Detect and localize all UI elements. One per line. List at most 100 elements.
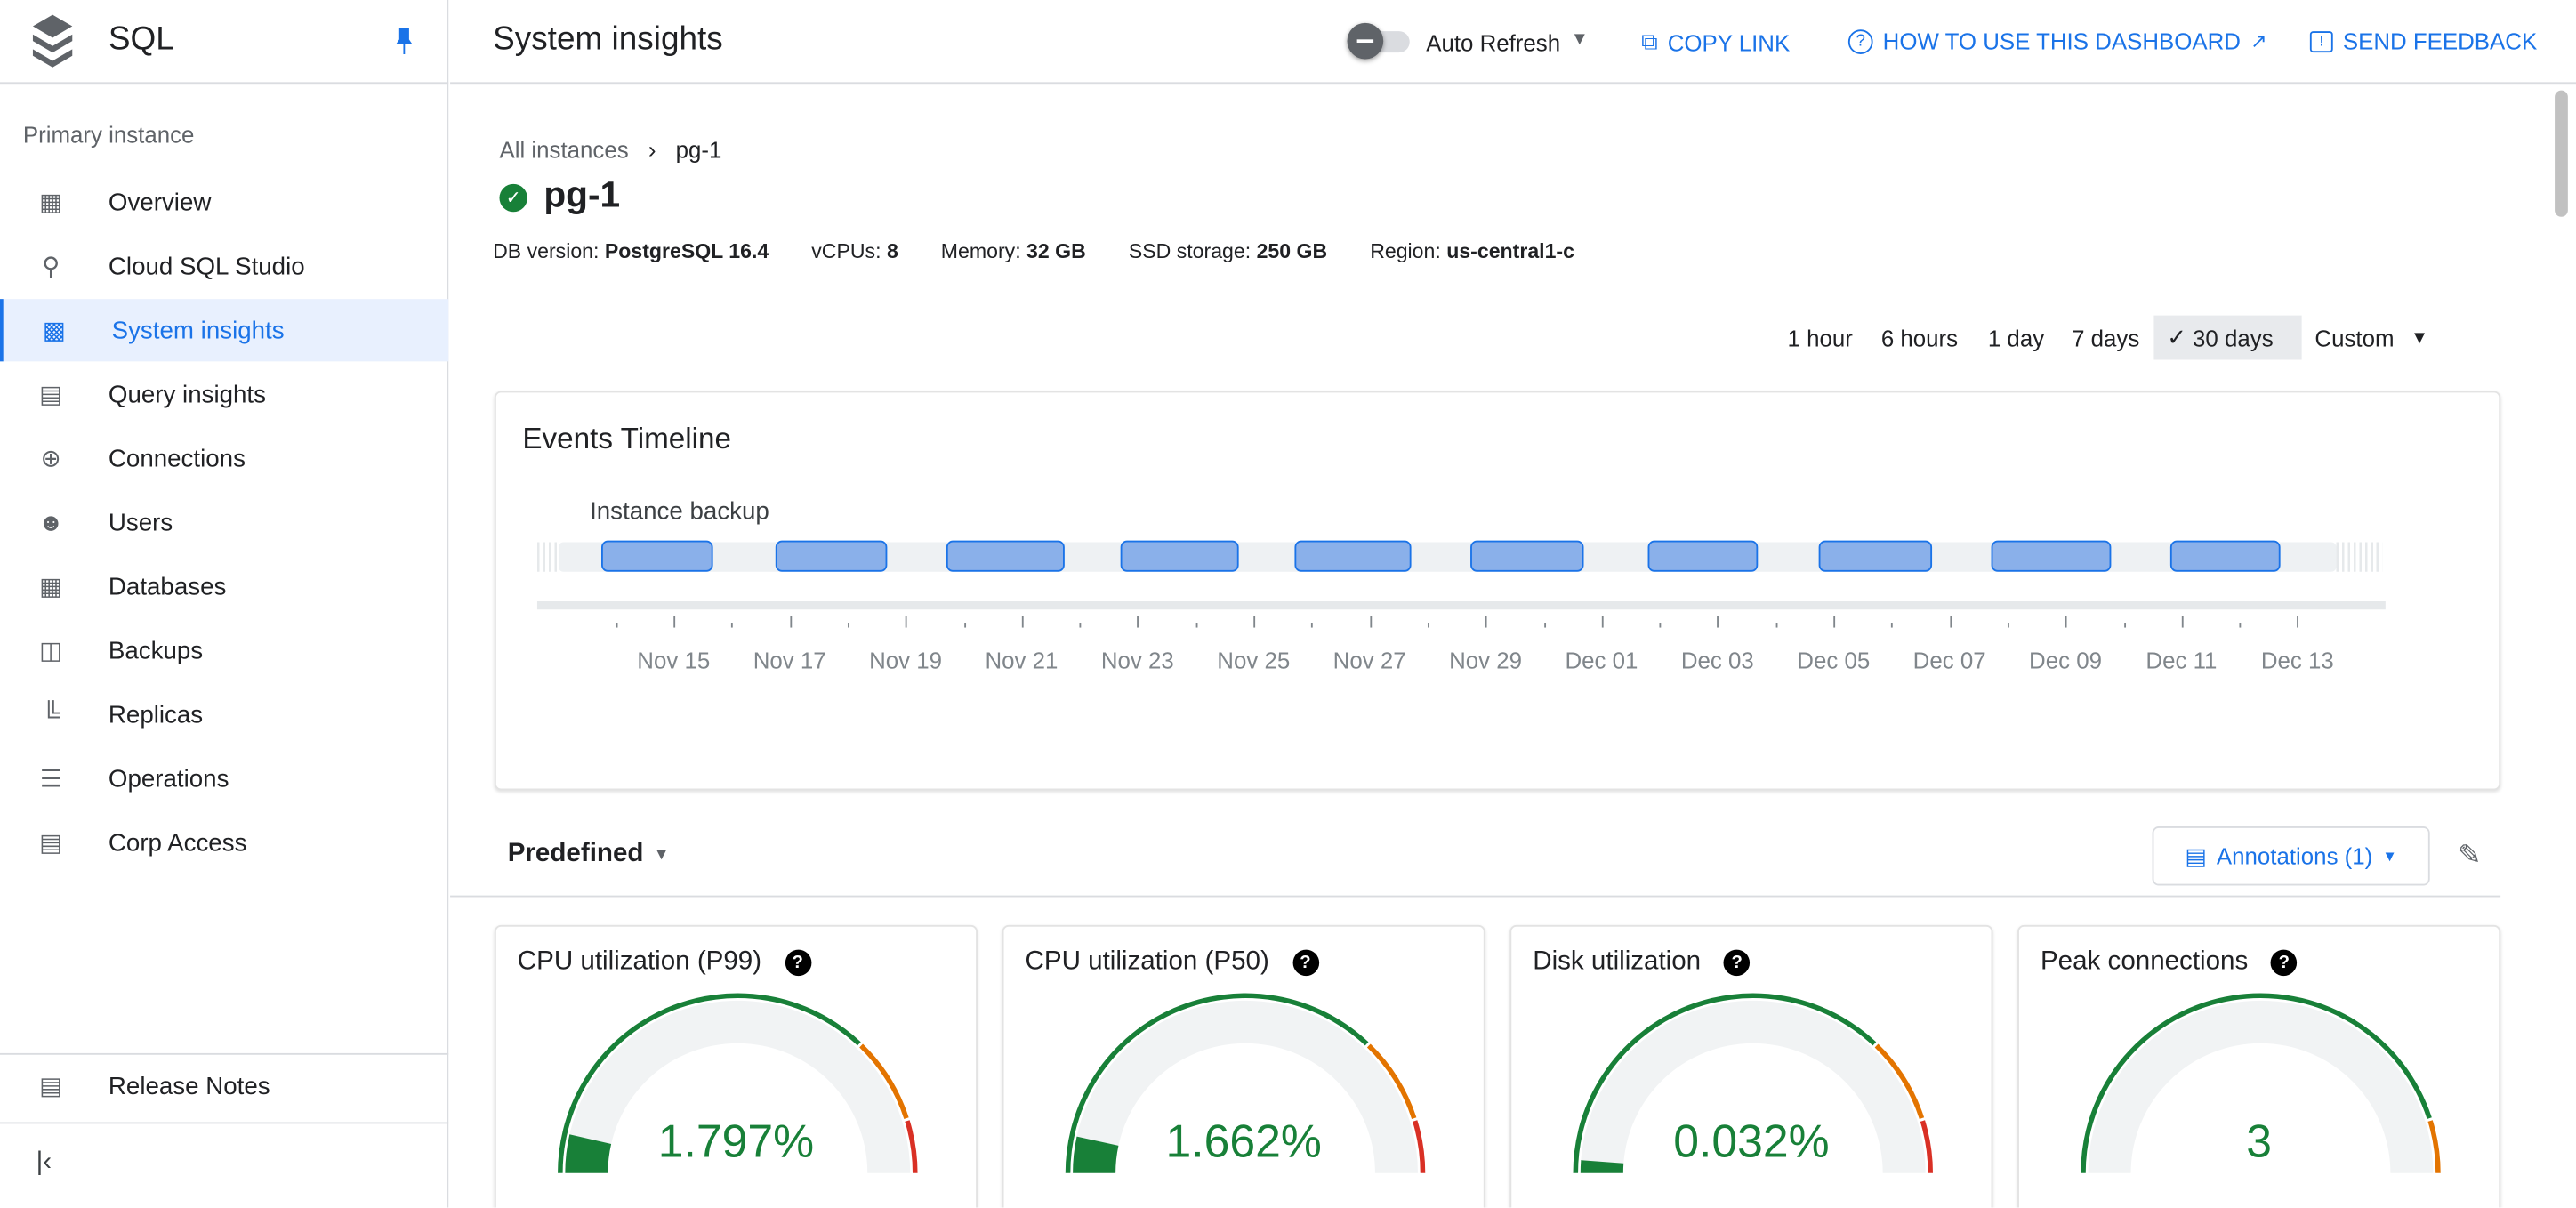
spec-label: DB version: [493, 239, 600, 263]
tick-label: Nov 27 [1332, 647, 1406, 674]
range-6-hours[interactable]: 6 hours [1868, 316, 1971, 360]
annotation-icon: ▤ [2185, 842, 2207, 869]
spec-label: vCPUs: [811, 239, 881, 263]
page-title: System insights [493, 21, 723, 58]
timeline-track-fade [2336, 542, 2383, 572]
sidebar-item-release-notes[interactable]: ▤ Release Notes [0, 1055, 448, 1117]
edit-pencil-icon[interactable]: ✎ [2458, 840, 2481, 873]
sidebar-item-label: System insights [111, 316, 285, 344]
search-icon: ⚲ [42, 253, 60, 281]
range-1-hour[interactable]: 1 hour [1775, 316, 1866, 360]
gauge-value: 3 [2246, 1115, 2272, 1167]
how-to-use-link[interactable]: ? HOW TO USE THIS DASHBOARD ↗ [1847, 28, 2267, 54]
gauge-card: Peak connections? 3 [2017, 924, 2501, 1208]
backup-event[interactable] [1991, 540, 2112, 572]
sidebar-item-operations[interactable]: ☰ Operations [0, 747, 448, 809]
major-tick [1833, 616, 1836, 628]
sidebar-item-databases[interactable]: ▦ Databases [0, 555, 448, 617]
backups-icon: ◫ [39, 637, 63, 666]
minor-tick [1311, 623, 1314, 628]
sidebar-item-label: Cloud SQL Studio [108, 252, 305, 280]
backup-event[interactable] [1470, 540, 1584, 572]
backup-event[interactable] [1818, 540, 1933, 572]
dropdown-icon: ▼ [653, 845, 670, 864]
minor-tick [2007, 623, 2009, 628]
backup-event[interactable] [775, 540, 888, 572]
sidebar: SQL Primary instance ▦ Overview ⚲ Cloud SQL… [0, 0, 449, 1208]
gauge-card: CPU utilization (P99)? 1.797% [494, 924, 978, 1208]
feedback-icon: ! [2309, 30, 2333, 52]
help-circle-icon: ? [1847, 28, 1873, 54]
backup-event[interactable] [1647, 540, 1759, 572]
breadcrumb-all-instances[interactable]: All instances [499, 136, 628, 163]
scrollbar[interactable] [2555, 90, 2568, 217]
backup-event[interactable] [601, 540, 713, 572]
dashboard-selector[interactable]: Predefined ▼ [508, 840, 670, 869]
copy-link-button[interactable]: ⧉ COPY LINK [1641, 28, 1790, 55]
gauge-card: CPU utilization (P50)? 1.662% [1002, 924, 1485, 1208]
minor-tick [847, 623, 849, 628]
major-tick [1021, 616, 1024, 628]
range-custom[interactable]: Custom ▼ [2302, 316, 2442, 360]
sidebar-item-corp-access[interactable]: ▤ Corp Access [0, 811, 448, 874]
gauge-value: 0.032% [1673, 1115, 1830, 1167]
backup-event[interactable] [2169, 540, 2281, 572]
tick-label: Dec 07 [1912, 647, 1986, 674]
timeline-scrubber[interactable] [536, 601, 2386, 610]
gauge-card: Disk utilization? 0.032% [1509, 924, 1993, 1208]
annotations-button[interactable]: ▤ Annotations (1) ▼ [2152, 826, 2430, 886]
tick-label: Nov 21 [985, 647, 1059, 674]
collapse-icon[interactable]: |‹ [36, 1148, 52, 1178]
auto-refresh-toggle[interactable] [1347, 22, 1413, 60]
sidebar-item-cloud-sql-studio[interactable]: ⚲ Cloud SQL Studio [0, 235, 448, 297]
spec-item: vCPUs: 8 [811, 240, 898, 263]
major-tick [2297, 616, 2299, 628]
sidebar-item-label: Corp Access [108, 828, 247, 858]
minor-tick [1427, 623, 1429, 628]
spec-label: SSD storage: [1128, 239, 1252, 263]
minor-tick [963, 623, 966, 628]
major-tick [2065, 616, 2067, 628]
range-7-days[interactable]: 7 days [2058, 316, 2153, 360]
minor-tick [1543, 623, 1546, 628]
sidebar-item-label: Databases [108, 572, 227, 601]
sidebar-item-label: Overview [108, 188, 212, 216]
sidebar-item-system-insights[interactable]: ▩ System insights [0, 299, 449, 362]
sidebar-item-backups[interactable]: ◫ Backups [0, 619, 448, 681]
backup-event[interactable] [946, 540, 1065, 572]
minor-tick [1775, 623, 1777, 628]
sidebar-item-overview[interactable]: ▦ Overview [0, 171, 448, 233]
spec-item: DB version: PostgreSQL 16.4 [493, 240, 769, 263]
tick-label: Nov 17 [753, 647, 826, 674]
tick-label: Nov 15 [637, 647, 711, 674]
range-1-day[interactable]: 1 day [1975, 316, 2057, 360]
auto-refresh-dropdown-icon[interactable]: ▼ [1571, 29, 1589, 49]
range-30-days[interactable]: ✓ 30 days [2153, 315, 2302, 360]
major-tick [789, 616, 792, 628]
spec-value: 250 GB [1256, 239, 1328, 263]
sidebar-item-users[interactable]: ☻ Users [0, 491, 448, 553]
pin-icon[interactable] [394, 27, 414, 56]
sidebar-item-connections[interactable]: ⊕ Connections [0, 427, 448, 489]
tick-label: Nov 19 [869, 647, 943, 674]
databases-icon: ▦ [39, 573, 63, 602]
top-bar: System insights Auto Refresh ▼ ⧉ COPY LIN… [450, 0, 2576, 85]
tick-label: Dec 03 [1680, 647, 1754, 674]
sql-logo-icon [32, 14, 73, 68]
status-ok-icon: ✓ [499, 183, 527, 213]
sidebar-item-replicas[interactable]: ╚ Replicas [0, 683, 448, 745]
minor-tick [1195, 623, 1197, 628]
major-tick [1485, 616, 1487, 628]
timeline-track-fade [536, 542, 560, 572]
backup-event[interactable] [1294, 540, 1412, 572]
spec-label: Region: [1370, 239, 1441, 263]
sidebar-item-query-insights[interactable]: ▤ Query insights [0, 363, 448, 425]
backup-event[interactable] [1120, 540, 1239, 572]
send-feedback-button[interactable]: ! SEND FEEDBACK [2309, 28, 2537, 54]
tick-label: Nov 23 [1100, 647, 1174, 674]
spec-value: 8 [886, 239, 898, 263]
sidebar-item-label: Query insights [108, 380, 266, 408]
tick-label: Nov 29 [1449, 647, 1523, 674]
tick-label: Dec 09 [2029, 647, 2102, 674]
gauge-value: 1.797% [657, 1115, 815, 1167]
